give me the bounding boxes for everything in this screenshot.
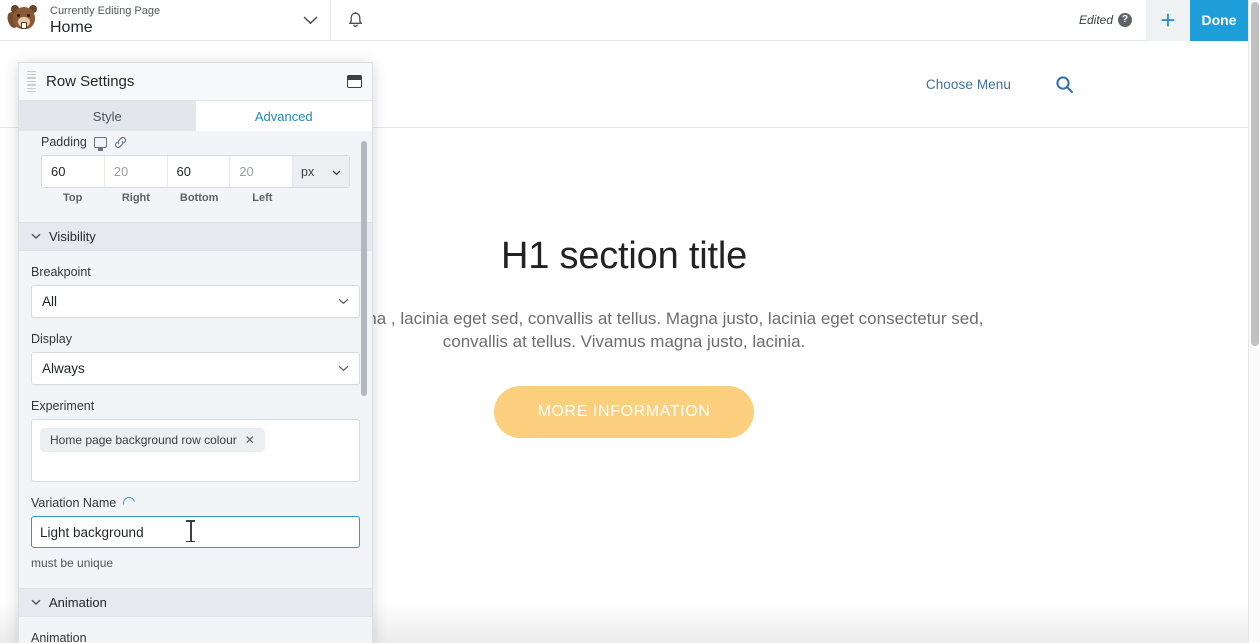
variation-name-helper: must be unique [31,556,114,570]
padding-top-name: Top [62,192,83,204]
monitor-icon[interactable] [93,136,107,151]
chevron-down-icon [332,165,341,179]
display-label: Display [31,332,72,346]
help-icon[interactable]: ? [1118,13,1132,27]
admin-bar-actions: Edited ? + Done [1079,0,1248,41]
experiment-chip-label: Home page background row colour [50,433,237,447]
beaver-logo-icon [5,4,40,36]
text-cursor-icon [186,520,195,542]
padding-unit-value: px [301,164,315,179]
more-information-button[interactable]: MORE INFORMATION [493,385,755,438]
choose-menu-link[interactable]: Choose Menu [926,77,1011,92]
chevron-down-icon [31,233,41,240]
breakpoint-select[interactable]: All [31,285,360,318]
tab-style[interactable]: Style [19,101,196,131]
section-header-animation[interactable]: Animation [19,588,372,617]
padding-right-name: Right [121,192,150,204]
section-label-visibility: Visibility [49,229,96,244]
padding-left-input[interactable]: 20 [230,156,293,187]
dock-window-icon[interactable] [347,75,362,88]
padding-inputs: 60 20 60 20 px [41,155,350,188]
padding-unit-spacer [294,192,350,204]
padding-bottom-input[interactable]: 60 [167,156,231,187]
breakpoint-label: Breakpoint [31,265,91,279]
padding-right-input[interactable]: 20 [104,156,168,187]
screen-root: Currently Editing Page Home Edited ? + D… [0,0,1260,643]
padding-side-names: Top Right Bottom Left [41,192,350,204]
loading-spinner-icon [121,494,138,512]
animation-section-body: Animation [19,617,372,643]
section-header-visibility[interactable]: Visibility [19,222,372,251]
link-icon[interactable] [114,136,127,149]
experiment-chip[interactable]: Home page background row colour ✕ [40,428,265,452]
row-settings-panel: Row Settings Style Advanced Padding 60 2… [18,62,373,643]
edited-label: Edited [1078,13,1113,27]
chevron-down-icon [338,298,349,305]
variation-name-label: Variation Name [31,496,117,510]
panel-header: Row Settings [19,63,372,101]
padding-top-input[interactable]: 60 [42,156,105,187]
chevron-down-icon [338,365,349,372]
edited-status: Edited ? [1079,13,1132,27]
experiment-label: Experiment [31,399,95,413]
section-label-animation: Animation [49,595,107,610]
padding-label: Padding [41,135,87,149]
variation-name-input[interactable]: Light background [31,516,360,548]
chevron-down-icon [31,599,41,606]
admin-bar-titles: Currently Editing Page Home [50,4,290,37]
tab-advanced[interactable]: Advanced [195,101,372,131]
experiment-tag-box[interactable]: Home page background row colour ✕ [31,419,360,482]
add-content-button[interactable]: + [1146,0,1190,41]
variation-name-value: Light background [40,524,144,540]
beaver-builder-admin-bar: Currently Editing Page Home Edited ? + D… [0,0,1248,41]
variation-name-label-row: Variation Name [31,494,360,512]
done-button[interactable]: Done [1190,0,1248,41]
padding-left-name: Left [252,192,273,204]
admin-bar-page-selector[interactable]: Currently Editing Page Home [0,0,331,41]
padding-field: Padding 60 20 60 20 px Top Right Bottom … [19,131,372,204]
padding-bottom-name: Bottom [179,192,219,204]
panel-scrollbar-thumb[interactable] [361,141,367,396]
close-icon[interactable]: ✕ [245,433,255,447]
display-value: Always [42,361,85,376]
padding-unit-select[interactable]: px [293,156,349,187]
panel-tabs: Style Advanced [19,101,372,131]
page-scrollbar[interactable] [1248,0,1260,643]
chevron-down-icon[interactable] [290,0,330,41]
page-scrollbar-thumb[interactable] [1251,2,1259,346]
padding-label-row: Padding [31,131,360,155]
panel-scroll-body: Padding 60 20 60 20 px Top Right Bottom … [19,131,372,643]
animation-field-label: Animation [31,631,87,643]
drag-handle-icon[interactable] [27,70,36,93]
search-icon[interactable] [1055,75,1074,94]
currently-editing-label: Currently Editing Page [50,4,161,17]
panel-title: Row Settings [46,73,135,90]
display-select[interactable]: Always [31,352,360,385]
breakpoint-value: All [42,294,58,309]
current-page-name: Home [50,18,93,36]
bell-icon[interactable] [331,0,379,41]
visibility-section-body: Breakpoint All Display Always Experiment… [19,251,372,570]
